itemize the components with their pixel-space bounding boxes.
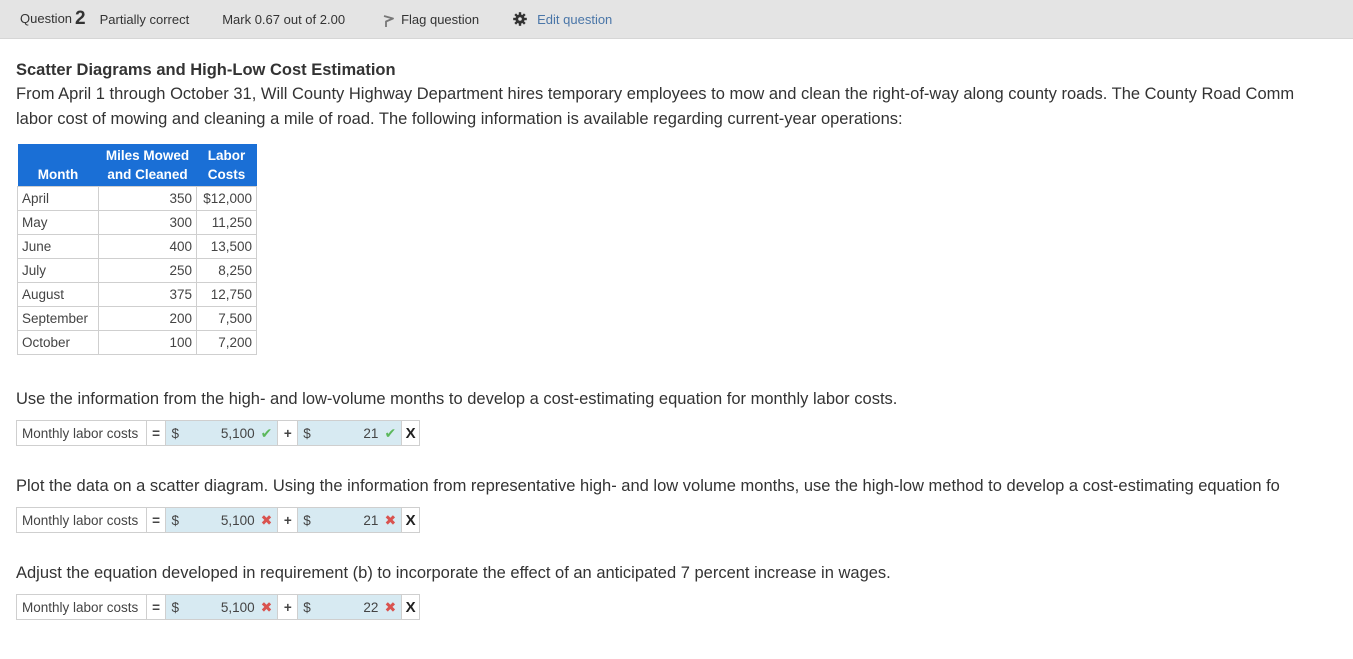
cell-month: September (17, 306, 99, 331)
edit-question-label: Edit question (537, 11, 613, 27)
cell-labor: 12,750 (196, 282, 257, 307)
cell-labor: 7,500 (196, 306, 257, 331)
question-intro-line-2: labor cost of mowing and cleaning a mile… (16, 110, 903, 128)
question-info-bar: Question 2 Partially correct Mark 0.67 ou… (0, 0, 1353, 39)
cell-miles: 200 (98, 306, 197, 331)
check-icon: ✔ (260, 424, 273, 441)
check-icon: ✔ (384, 424, 397, 441)
cell-labor: 7,200 (196, 330, 257, 355)
equation-label: Monthly labor costs (17, 595, 147, 619)
plus-sign: + (278, 595, 299, 619)
header-labor-line2: Costs (207, 167, 246, 182)
plus-sign: + (278, 421, 299, 445)
fixed-cost-input[interactable]: $ 5,100 ✔ (166, 421, 279, 445)
currency-symbol: $ (171, 512, 179, 528)
cost-equation: Monthly labor costs = $ 5,100 ✔ + $ 21 ✔… (16, 420, 420, 446)
requirement-prompt: Adjust the equation developed in require… (16, 564, 891, 582)
header-month-text: Month (37, 167, 79, 182)
question-mark: Mark 0.67 out of 2.00 (222, 11, 346, 27)
plus-sign: + (278, 508, 299, 532)
edit-question-link[interactable]: Edit question (513, 12, 612, 27)
question-number: Question 2 (20, 8, 86, 30)
fixed-cost-input[interactable]: $ 5,100 ✖ (166, 595, 279, 619)
equals-sign: = (147, 421, 167, 445)
cross-icon: ✖ (260, 511, 273, 528)
requirement: Adjust the equation developed in require… (16, 562, 1353, 620)
question-number-value: 2 (75, 8, 86, 29)
flag-question-label: Flag question (401, 11, 480, 27)
cell-labor: 11,250 (196, 210, 257, 235)
currency-symbol: $ (303, 512, 311, 528)
requirement-prompt: Plot the data on a scatter diagram. Usin… (16, 477, 1280, 495)
requirement-prompt: Use the information from the high- and l… (16, 390, 898, 408)
question-state: Partially correct (99, 11, 190, 27)
equation-label: Monthly labor costs (17, 508, 147, 532)
currency-symbol: $ (303, 599, 311, 615)
header-miles-line1: Miles Mowed (105, 148, 190, 163)
cell-month: April (17, 186, 99, 211)
cell-miles: 100 (98, 330, 197, 355)
cell-miles: 400 (98, 234, 197, 259)
table-header-row: Month Miles Mowed and Cleaned Labor Costs (17, 144, 257, 187)
variable-cost-value: 21 (363, 425, 379, 441)
equation-label: Monthly labor costs (17, 421, 147, 445)
cross-icon: ✖ (260, 598, 273, 615)
cost-equation: Monthly labor costs = $ 5,100 ✖ + $ 22 ✖… (16, 594, 420, 620)
cell-month: June (17, 234, 99, 259)
header-miles: Miles Mowed and Cleaned (98, 144, 197, 187)
equals-sign: = (147, 508, 167, 532)
table-row: September 200 7,500 (17, 306, 257, 331)
miles-multiplier-x: X (405, 598, 416, 616)
question-intro-line-1: From April 1 through October 31, Will Co… (16, 85, 1295, 103)
fixed-cost-value: 5,100 (220, 512, 255, 528)
cell-month: July (17, 258, 99, 283)
variable-cost-value: 21 (363, 512, 379, 528)
requirement: Use the information from the high- and l… (16, 388, 1353, 446)
currency-symbol: $ (303, 425, 311, 441)
header-labor-line1: Labor (207, 148, 246, 163)
requirement: Plot the data on a scatter diagram. Usin… (16, 475, 1353, 533)
variable-cost-value: 22 (363, 599, 379, 615)
cell-miles: 350 (98, 186, 197, 211)
table-row: October 100 7,200 (17, 330, 257, 355)
fixed-cost-input[interactable]: $ 5,100 ✖ (166, 508, 279, 532)
gear-icon (513, 12, 527, 26)
cell-labor: $12,000 (196, 186, 257, 211)
header-miles-line2: and Cleaned (107, 167, 188, 182)
cell-month: May (17, 210, 99, 235)
table-row: August 375 12,750 (17, 282, 257, 307)
cell-month: August (17, 282, 99, 307)
question-title: Scatter Diagrams and High-Low Cost Estim… (16, 61, 396, 79)
cell-miles: 375 (98, 282, 197, 307)
currency-symbol: $ (171, 599, 179, 615)
table-row: April 350 $12,000 (17, 186, 257, 211)
fixed-cost-value: 5,100 (220, 599, 255, 615)
cell-miles: 300 (98, 210, 197, 235)
header-labor: Labor Costs (196, 144, 257, 187)
currency-symbol: $ (171, 425, 179, 441)
variable-cost-input[interactable]: $ 21 ✔ (298, 421, 403, 445)
operations-table: Month Miles Mowed and Cleaned Labor Costs … (17, 144, 257, 355)
cell-miles: 250 (98, 258, 197, 283)
table-row: May 300 11,250 (17, 210, 257, 235)
cross-icon: ✖ (384, 511, 397, 528)
cell-labor: 13,500 (196, 234, 257, 259)
cell-labor: 8,250 (196, 258, 257, 283)
flag-question-button[interactable]: Flag question (383, 11, 479, 28)
miles-multiplier-x: X (405, 424, 416, 442)
fixed-cost-value: 5,100 (220, 425, 255, 441)
cross-icon: ✖ (384, 598, 397, 615)
cost-equation: Monthly labor costs = $ 5,100 ✖ + $ 21 ✖… (16, 507, 420, 533)
question-label: Question (20, 11, 73, 26)
cell-month: October (17, 330, 99, 355)
variable-cost-input[interactable]: $ 21 ✖ (298, 508, 403, 532)
flag-icon (383, 14, 394, 27)
miles-multiplier-x: X (405, 511, 416, 529)
table-row: July 250 8,250 (17, 258, 257, 283)
equals-sign: = (147, 595, 167, 619)
variable-cost-input[interactable]: $ 22 ✖ (298, 595, 403, 619)
question-content: Scatter Diagrams and High-Low Cost Estim… (0, 39, 1353, 620)
table-row: June 400 13,500 (17, 234, 257, 259)
header-month: Month (17, 144, 99, 187)
